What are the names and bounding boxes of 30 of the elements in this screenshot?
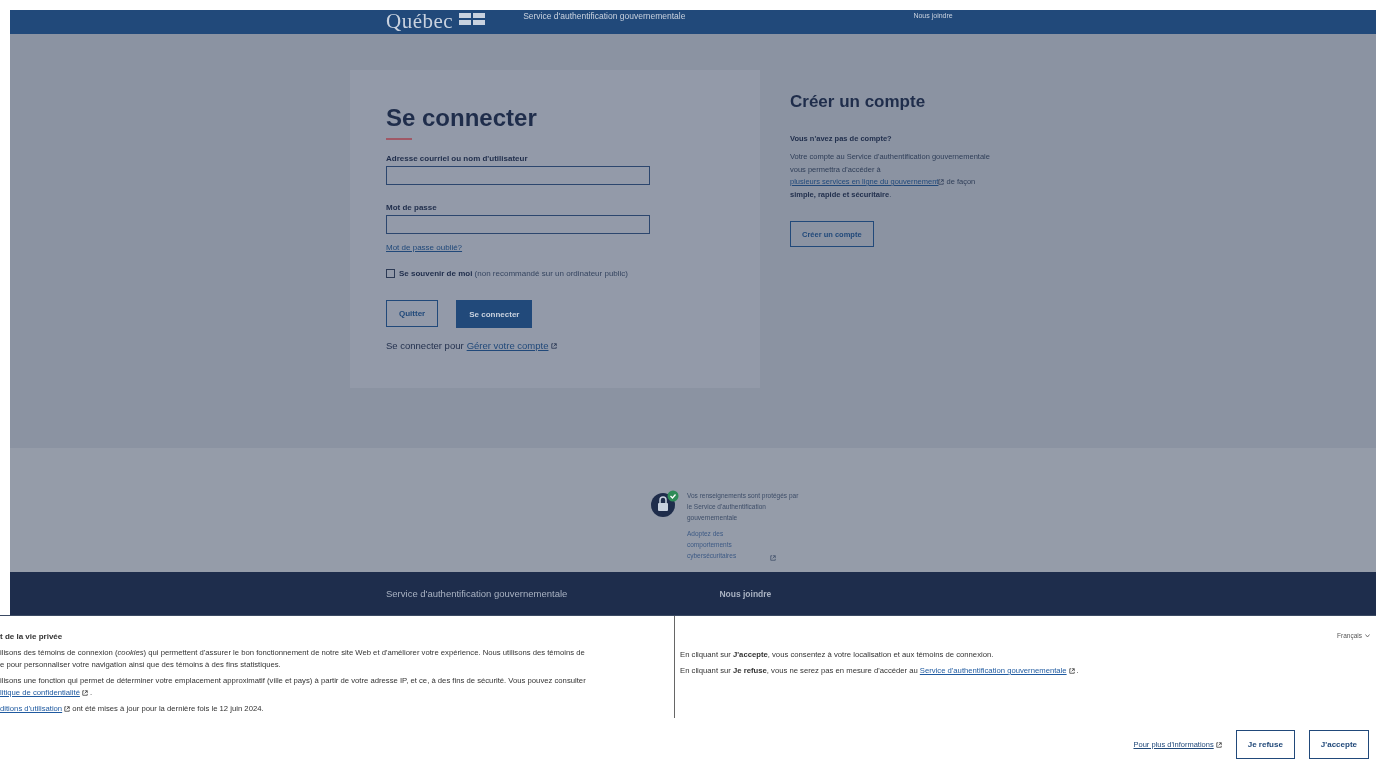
remember-checkbox[interactable] <box>386 269 395 278</box>
external-link-icon <box>81 690 88 696</box>
external-link-icon <box>551 342 558 349</box>
external-link-icon <box>1068 668 1075 674</box>
external-link-icon <box>770 555 776 561</box>
footer-title: Service d'authentification gouvernementale <box>386 588 568 599</box>
refuse-button[interactable]: Je refuse <box>1235 730 1295 759</box>
field-label: Mot de passe <box>386 203 438 212</box>
external-link-icon <box>1215 741 1222 748</box>
quebec-logo[interactable]: Québec <box>386 11 454 32</box>
service-name: Service d'authentification gouvernementale <box>523 11 686 21</box>
quit-button[interactable]: Quitter <box>386 300 439 327</box>
create-account-title: Créer un compte <box>790 92 927 112</box>
username-field[interactable] <box>386 166 650 185</box>
external-link-icon <box>64 706 71 712</box>
chevron-down-icon <box>1365 633 1370 638</box>
external-link-icon <box>938 179 945 185</box>
login-button[interactable]: Se connecter <box>456 300 533 328</box>
accept-button[interactable]: J'accepte <box>1308 730 1369 759</box>
padlock-check-icon <box>651 490 679 518</box>
manage-prefix: Se connecter pour <box>386 340 464 351</box>
forgot-password-link[interactable]: Mot de passe oublié? <box>386 243 463 252</box>
footer-contact-link[interactable]: Nous joindre <box>719 588 772 599</box>
field-label: Adresse courriel ou nom d'utilisateur <box>386 154 529 163</box>
manage-account-link[interactable]: Gérer votre compte <box>466 340 549 351</box>
login-title: Se connecter <box>386 104 538 132</box>
flag-icon <box>459 13 486 25</box>
remember-label: Se souvenir de moi (non recommandé sur un ordinateur public) <box>399 269 628 278</box>
banner-title: t de la vie privée <box>0 632 64 641</box>
password-field[interactable] <box>386 215 650 234</box>
